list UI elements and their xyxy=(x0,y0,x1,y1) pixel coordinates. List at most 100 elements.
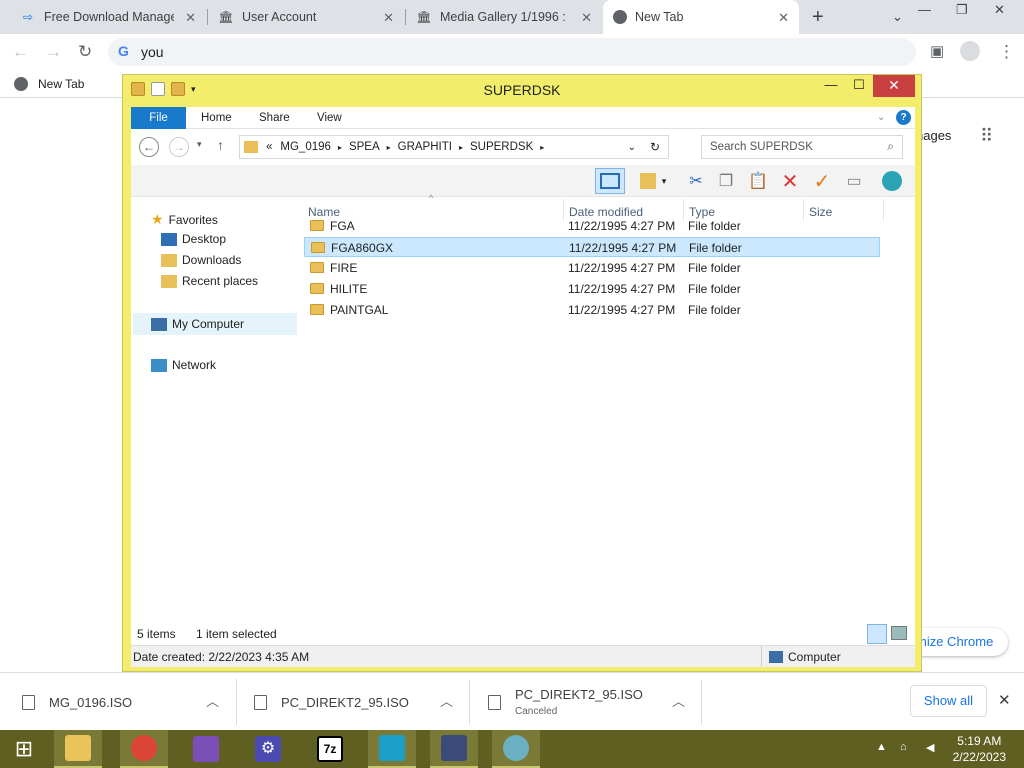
breadcrumb-overflow[interactable]: « xyxy=(266,141,272,153)
details-view-icon[interactable] xyxy=(867,624,887,644)
start-button[interactable]: ⊞ xyxy=(0,730,48,768)
chevron-up-icon[interactable]: ︿ xyxy=(206,691,219,710)
taskbar-explorer[interactable] xyxy=(54,730,102,768)
customize-chrome-button[interactable]: mize Chrome xyxy=(910,628,1008,656)
address-bar[interactable]: « MG_0196 ▸ SPEA ▸ GRAPHITI ▸ SUPERDSK ▸… xyxy=(239,135,669,159)
minimize-button[interactable]: — xyxy=(918,2,931,17)
taskbar-app[interactable] xyxy=(492,730,540,768)
tab-free-download-manager[interactable]: ⇨ Free Download Manager ✕ xyxy=(10,0,206,34)
nav-favorites[interactable]: ★ Favorites xyxy=(151,211,218,228)
breadcrumb-spea[interactable]: SPEA xyxy=(349,141,380,153)
7zip-icon: 7z xyxy=(317,736,343,762)
breadcrumb-superdsk[interactable]: SUPERDSK xyxy=(470,141,533,153)
close-icon[interactable]: ✕ xyxy=(778,10,789,26)
taskbar-computer[interactable] xyxy=(430,730,478,768)
tab-share[interactable]: Share xyxy=(259,107,290,129)
tab-view[interactable]: View xyxy=(317,107,342,129)
paste-icon[interactable]: 📋 xyxy=(745,169,771,193)
bookmark-new-tab[interactable]: New Tab xyxy=(14,77,84,91)
breadcrumb-mg0196[interactable]: MG_0196 xyxy=(280,141,331,153)
globe-icon[interactable] xyxy=(879,169,905,193)
chevron-right-icon[interactable]: ▸ xyxy=(338,143,342,152)
nav-recent-places[interactable]: Recent places xyxy=(161,274,258,288)
nav-my-computer[interactable]: My Computer xyxy=(133,313,297,335)
menu-icon[interactable]: ⋮ xyxy=(998,42,1015,62)
close-window-button[interactable]: ✕ xyxy=(994,2,1005,18)
checkmark-icon[interactable]: ✓ xyxy=(809,169,835,193)
recent-locations-icon[interactable]: ▾ xyxy=(197,139,202,150)
refresh-icon[interactable]: ↻ xyxy=(650,140,660,154)
search-input[interactable]: Search SUPERDSK ⌕ xyxy=(701,135,903,159)
fdm-icon: ⇨ xyxy=(22,10,34,24)
omnibox-text[interactable]: you xyxy=(141,44,164,60)
new-tab-button[interactable]: + xyxy=(812,6,824,29)
clock[interactable]: 5:19 AM 2/22/2023 xyxy=(953,733,1006,765)
show-all-button[interactable]: Show all xyxy=(910,685,987,717)
restore-button[interactable]: ❐ xyxy=(956,2,968,18)
copy-icon[interactable]: ❐ xyxy=(713,169,739,193)
taskbar-visual-studio[interactable] xyxy=(182,730,230,768)
back-icon[interactable]: ← xyxy=(12,42,29,62)
chevron-down-icon[interactable]: ⌄ xyxy=(628,142,636,153)
breadcrumb-graphiti[interactable]: GRAPHITI xyxy=(398,141,452,153)
chevron-up-icon[interactable]: ▲ xyxy=(876,741,887,753)
sidebar-icon[interactable]: ▣ xyxy=(930,42,944,60)
minimize-button[interactable]: — xyxy=(817,77,845,92)
taskbar-settings[interactable]: ⚙ xyxy=(244,730,292,768)
close-icon[interactable]: ✕ xyxy=(185,10,196,26)
download-item[interactable]: PC_DIREKT2_95.ISO Canceled xyxy=(488,673,643,731)
maximize-button[interactable]: ☐ xyxy=(845,77,873,93)
nav-network[interactable]: Network xyxy=(151,358,216,372)
tab-home[interactable]: Home xyxy=(201,107,232,129)
table-row[interactable]: HILITE 11/22/1995 4:27 PM File folder xyxy=(304,279,880,299)
help-icon[interactable]: ? xyxy=(896,110,911,125)
nav-downloads[interactable]: Downloads xyxy=(161,253,241,267)
table-row[interactable]: FGA 11/22/1995 4:27 PM File folder xyxy=(304,216,880,236)
chevron-up-icon[interactable]: ︿ xyxy=(440,691,453,710)
table-row[interactable]: PAINTGAL 11/22/1995 4:27 PM File folder xyxy=(304,300,880,320)
taskbar-chrome[interactable] xyxy=(120,730,168,768)
forward-icon[interactable]: → xyxy=(169,137,189,157)
taskbar-fdm[interactable] xyxy=(368,730,416,768)
nav-desktop[interactable]: Desktop xyxy=(161,232,226,246)
omnibox[interactable]: G you xyxy=(108,38,916,66)
taskbar-7zip[interactable]: 7z xyxy=(306,730,354,768)
rename-icon[interactable]: ▭ xyxy=(841,169,867,193)
network-icon[interactable]: ⌂ xyxy=(900,741,907,753)
profile-avatar[interactable] xyxy=(960,41,980,61)
delete-icon[interactable]: ✕ xyxy=(777,169,803,193)
chevron-down-icon[interactable]: ▾ xyxy=(657,169,671,193)
close-icon[interactable]: ✕ xyxy=(383,10,394,26)
forward-icon[interactable]: → xyxy=(45,42,62,62)
table-row[interactable]: FIRE 11/22/1995 4:27 PM File folder xyxy=(304,258,880,278)
close-icon[interactable]: ✕ xyxy=(581,10,592,26)
chevron-right-icon[interactable]: ▸ xyxy=(387,143,391,152)
cut-icon[interactable]: ✂ xyxy=(683,169,709,193)
table-row[interactable]: FGA860GX 11/22/1995 4:27 PM File folder xyxy=(304,237,880,257)
chevron-right-icon[interactable]: ▸ xyxy=(540,143,544,152)
volume-icon[interactable]: ◀ xyxy=(926,741,934,754)
tab-search-icon[interactable]: ⌄ xyxy=(892,9,903,25)
up-icon[interactable]: ↑ xyxy=(217,137,224,153)
tab-new-tab[interactable]: New Tab ✕ xyxy=(603,0,799,34)
apps-grid-icon[interactable]: ⠿ xyxy=(980,126,993,147)
browser-tab-strip: ⇨ Free Download Manager ✕ 🏛 User Account… xyxy=(0,0,1024,34)
preview-pane-icon[interactable] xyxy=(595,168,625,194)
close-button[interactable]: ✕ xyxy=(873,75,915,97)
download-item[interactable]: PC_DIREKT2_95.ISO xyxy=(254,673,409,731)
sort-up-icon: ^ xyxy=(429,193,434,203)
ribbon-tabs: File Home Share View ⌄ ? xyxy=(131,107,915,129)
tab-file[interactable]: File xyxy=(131,107,186,129)
tab-media-gallery[interactable]: 🏛 Media Gallery 1/1996 : Fr ✕ xyxy=(406,0,602,34)
bookmark-label: New Tab xyxy=(38,77,85,91)
chevron-up-icon[interactable]: ︿ xyxy=(672,691,685,710)
reload-icon[interactable]: ↻ xyxy=(78,42,92,62)
large-icons-view-icon[interactable] xyxy=(891,626,907,640)
tab-user-account[interactable]: 🏛 User Account ✕ xyxy=(208,0,404,34)
download-item[interactable]: MG_0196.ISO xyxy=(22,673,132,731)
close-icon[interactable]: ✕ xyxy=(998,691,1011,709)
chevron-down-icon[interactable]: ⌄ xyxy=(877,107,885,129)
back-icon[interactable]: ← xyxy=(139,137,159,157)
chevron-right-icon[interactable]: ▸ xyxy=(459,143,463,152)
status-selected: 1 item selected xyxy=(196,627,277,641)
